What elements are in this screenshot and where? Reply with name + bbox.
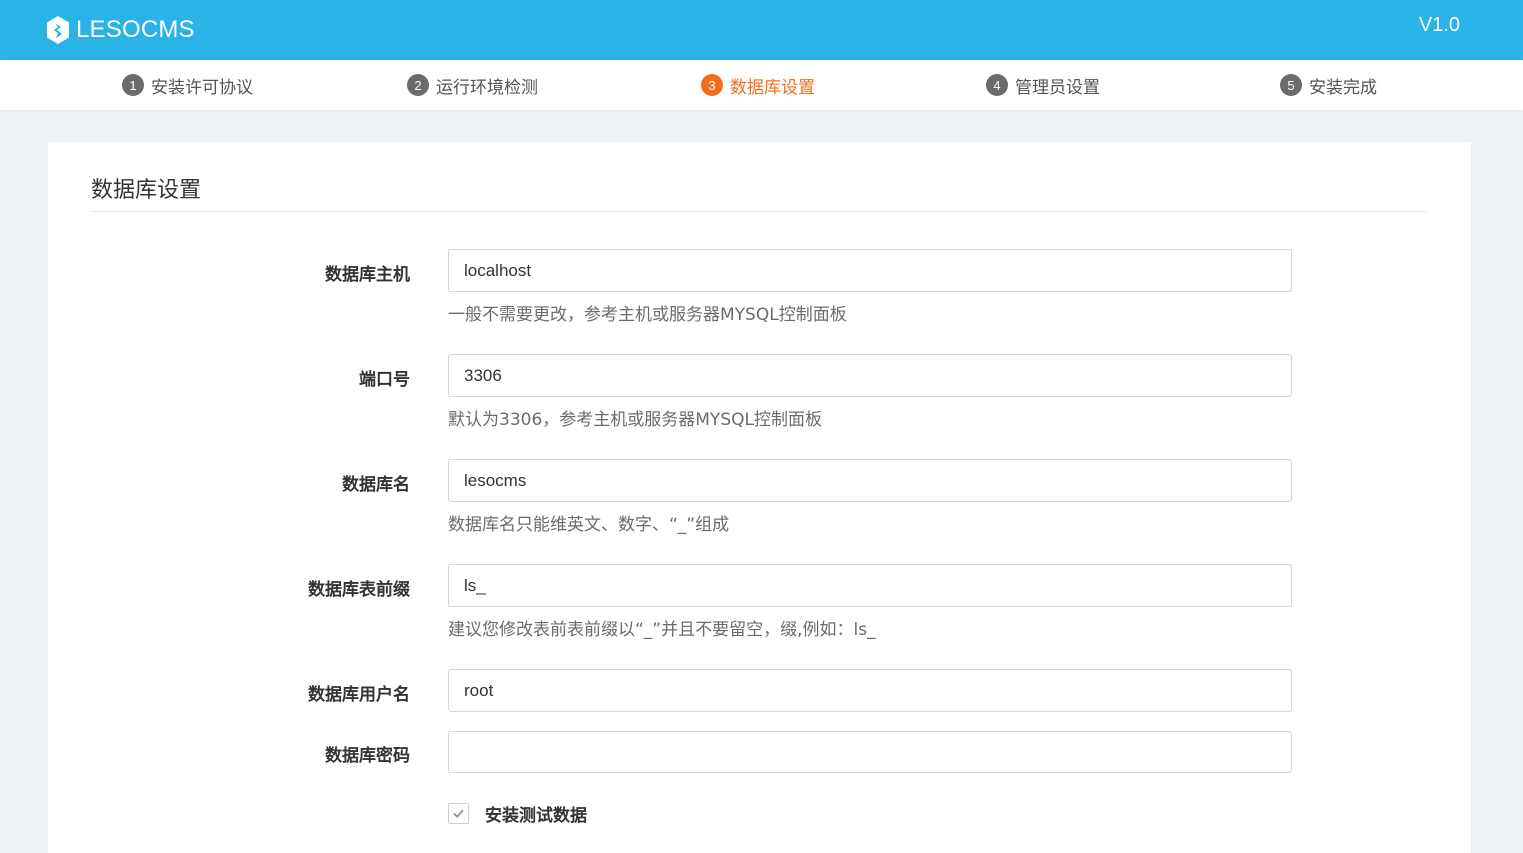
install-steps-nav: 1 安装许可协议 2 运行环境检测 3 数据库设置 4 管理员设置 5 安装完成	[0, 60, 1523, 110]
db-port-hint: 默认为3306，参考主机或服务器MYSQL控制面板	[448, 410, 822, 430]
db-port-input[interactable]: 3306	[448, 354, 1292, 397]
db-prefix-label: 数据库表前缀	[308, 580, 410, 600]
step-label: 运行环境检测	[436, 77, 538, 98]
step-number-badge: 5	[1280, 74, 1302, 96]
step-label: 安装许可协议	[151, 77, 253, 98]
database-settings-panel: 数据库设置 数据库主机 localhost 一般不需要更改，参考主机或服务器MY…	[48, 142, 1471, 853]
db-host-label: 数据库主机	[325, 265, 410, 285]
db-prefix-input[interactable]: ls_	[448, 564, 1292, 607]
version-label: V1.0	[1418, 14, 1460, 36]
title-divider	[91, 211, 1427, 212]
brand-name: LESOCMS	[76, 16, 195, 43]
panel-title: 数据库设置	[91, 178, 202, 203]
db-password-input[interactable]	[448, 731, 1292, 773]
step-number-badge: 4	[986, 74, 1008, 96]
step-label: 安装完成	[1309, 77, 1377, 98]
db-host-hint: 一般不需要更改，参考主机或服务器MYSQL控制面板	[448, 305, 847, 325]
top-header-bar: LESOCMS V1.0	[0, 0, 1523, 60]
db-name-input[interactable]: lesocms	[448, 459, 1292, 502]
db-name-label: 数据库名	[342, 475, 410, 495]
db-password-label: 数据库密码	[325, 746, 410, 766]
db-name-hint: 数据库名只能维英文、数字、“_”组成	[448, 515, 730, 535]
db-port-label: 端口号	[359, 370, 410, 390]
install-test-data-label: 安装测试数据	[485, 806, 587, 826]
db-host-input[interactable]: localhost	[448, 249, 1292, 292]
db-user-label: 数据库用户名	[308, 685, 410, 705]
step-number-badge: 2	[407, 74, 429, 96]
step-license-agreement: 1 安装许可协议	[122, 60, 253, 110]
step-label: 管理员设置	[1015, 77, 1100, 98]
install-test-data-option[interactable]: 安装测试数据	[448, 801, 587, 826]
step-number-badge: 1	[122, 74, 144, 96]
step-database-settings: 3 数据库设置	[701, 60, 815, 110]
brand-logo[interactable]: LESOCMS	[46, 15, 195, 45]
leso-logo-icon	[47, 16, 69, 44]
check-icon	[453, 809, 464, 818]
step-label: 数据库设置	[730, 77, 815, 98]
step-environment-check: 2 运行环境检测	[407, 60, 538, 110]
install-test-data-checkbox[interactable]	[448, 803, 469, 824]
db-user-input[interactable]: root	[448, 669, 1292, 712]
db-prefix-hint: 建议您修改表前表前缀以“_”并且不要留空，缀,例如：ls_	[448, 620, 876, 640]
step-admin-settings: 4 管理员设置	[986, 60, 1100, 110]
step-number-badge: 3	[701, 74, 723, 96]
step-install-complete: 5 安装完成	[1280, 60, 1377, 110]
